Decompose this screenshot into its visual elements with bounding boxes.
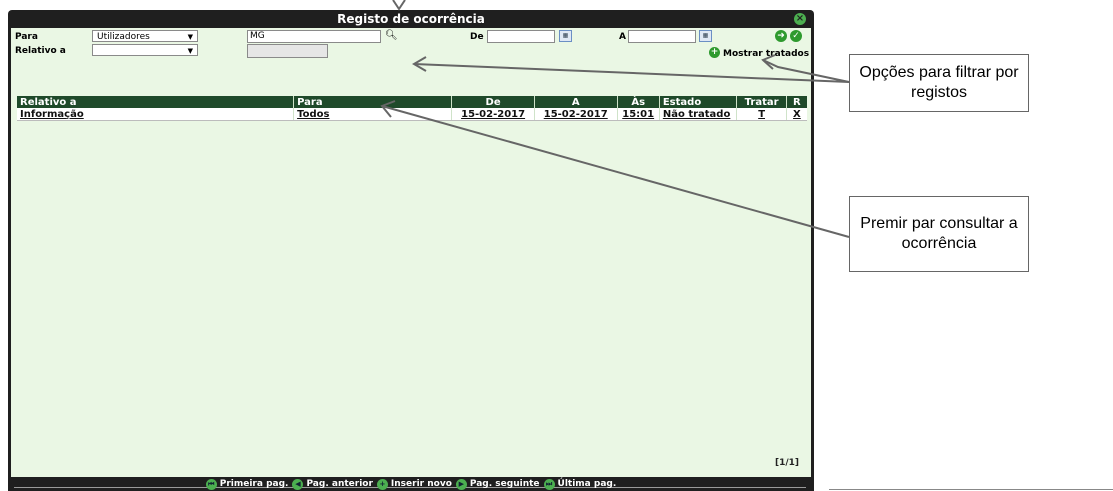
table-row[interactable]: Informação Todos 15-02-2017 15-02-2017 1… [17, 108, 807, 121]
col-header-para: Para [293, 96, 452, 108]
calendar-icon[interactable]: ▦ [699, 30, 712, 42]
prev-page-label: Pag. anterior [306, 479, 373, 489]
top-pointer-arrow [392, 0, 406, 11]
relativo-select[interactable]: ▼ [92, 44, 198, 56]
window-title: Registo de ocorrência [337, 12, 485, 26]
search-input[interactable]: MG [247, 30, 381, 43]
first-page-button[interactable]: ⏮ Primeira pag. [205, 478, 289, 490]
col-header-r: R [785, 96, 807, 108]
para-select-value: Utilizadores [97, 32, 150, 42]
first-page-icon: ⏮ [205, 478, 217, 490]
calendar-icon[interactable]: ▦ [559, 30, 572, 42]
col-header-de: De [451, 96, 535, 108]
cell-estado[interactable]: Não tratado [658, 108, 737, 121]
dropdown-arrow-icon: ▼ [187, 47, 193, 55]
col-header-estado: Estado [658, 96, 737, 108]
last-page-icon: ⏭ [543, 478, 555, 490]
prev-page-button[interactable]: ◀ Pag. anterior [292, 478, 373, 490]
content-panel: Para Utilizadores ▼ MG 🔍︎ De ▦ A ▦ ➜ ✓ R… [11, 28, 811, 488]
check-icon[interactable]: ✓ [790, 30, 802, 42]
a-label: A [619, 32, 626, 42]
cell-as[interactable]: 15:01 [616, 108, 660, 121]
cell-de[interactable]: 15-02-2017 [451, 108, 535, 121]
cell-remove-link[interactable]: X [785, 108, 807, 121]
dropdown-arrow-icon: ▼ [187, 33, 193, 41]
relativo-field [247, 44, 328, 58]
cell-relativo[interactable]: Informação [17, 108, 294, 121]
a-date-input[interactable] [628, 30, 696, 43]
occurrence-window: Registo de ocorrência × Para Utilizadore… [8, 10, 814, 491]
cell-tratar-link[interactable]: T [736, 108, 787, 121]
col-header-relativo: Relativo a [17, 96, 294, 108]
callout-consult-occurrence: Premir par consultar a ocorrência [849, 196, 1029, 272]
show-treated-button[interactable]: Mostrar tratados [723, 49, 809, 59]
first-page-label: Primeira pag. [219, 479, 289, 489]
arrow-right-icon[interactable]: ➜ [775, 30, 787, 42]
last-page-label: Última pag. [557, 479, 617, 489]
col-header-a: A [533, 96, 618, 108]
cell-a[interactable]: 15-02-2017 [533, 108, 618, 121]
plus-icon: + [376, 478, 388, 490]
de-label: De [470, 32, 484, 42]
col-header-tratar: Tratar [736, 96, 787, 108]
insert-new-button[interactable]: + Inserir novo [376, 478, 452, 490]
next-page-label: Pag. seguinte [469, 479, 540, 489]
de-date-input[interactable] [487, 30, 555, 43]
close-icon[interactable]: × [794, 13, 806, 25]
page-count: [1/1] [774, 458, 799, 468]
search-icon[interactable]: 🔍︎ [385, 30, 398, 41]
next-page-icon: ▶ [455, 478, 467, 490]
table-header-row: Relativo a Para De A Às Estado Tratar R [17, 96, 807, 108]
relativo-label: Relativo a [15, 46, 66, 56]
pagination-bar: ⏮ Primeira pag. ◀ Pag. anterior + Inserir n… [8, 477, 814, 491]
para-select[interactable]: Utilizadores ▼ [92, 30, 198, 42]
bottom-rule [829, 489, 1113, 490]
last-page-button[interactable]: ⏭ Última pag. [543, 478, 617, 490]
callout-filter-options: Opções para filtrar por registos [849, 54, 1029, 112]
plus-icon[interactable]: + [709, 47, 720, 58]
next-page-button[interactable]: ▶ Pag. seguinte [455, 478, 540, 490]
prev-page-icon: ◀ [292, 478, 304, 490]
occurrence-table: Relativo a Para De A Às Estado Tratar R … [17, 96, 807, 121]
insert-new-label: Inserir novo [390, 479, 452, 489]
cell-para[interactable]: Todos [293, 108, 452, 121]
col-header-as: Às [616, 96, 660, 108]
para-label: Para [15, 32, 38, 42]
